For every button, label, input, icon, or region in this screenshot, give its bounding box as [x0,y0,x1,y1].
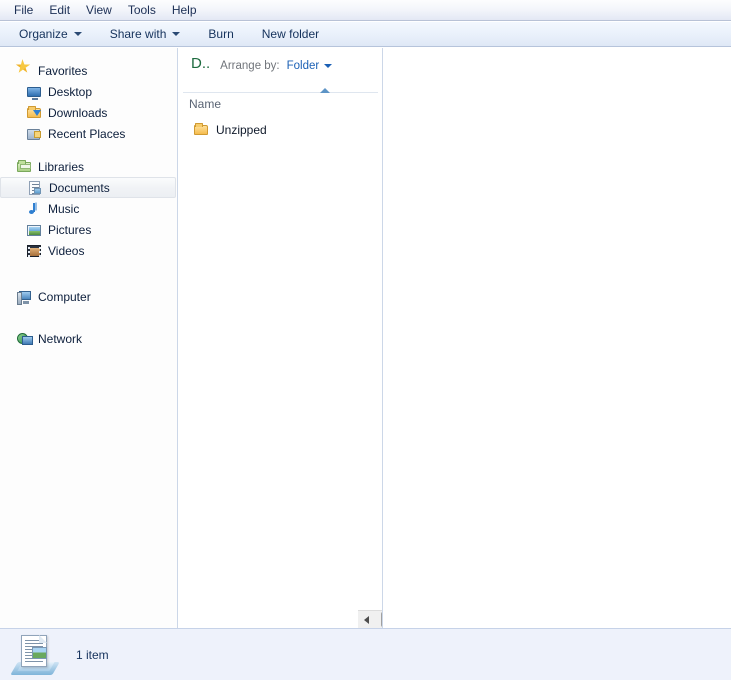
sidebar-label: Music [48,201,80,216]
status-bar: 1 item [0,628,731,680]
list-item[interactable]: Unzipped [183,120,378,140]
sidebar-group-favorites[interactable]: Favorites [0,59,177,81]
share-with-button[interactable]: Share with [101,24,190,44]
sidebar-group-network[interactable]: Network [0,328,177,349]
chevron-down-icon [172,32,181,36]
horizontal-scrollbar[interactable] [358,610,382,628]
scrollbar-track[interactable] [375,611,382,628]
sidebar-label: Recent Places [48,126,126,141]
new-folder-button[interactable]: New folder [253,24,328,44]
sidebar-item-videos[interactable]: Videos [0,240,177,261]
sidebar-item-music[interactable]: Music [0,198,177,219]
downloads-folder-icon [26,105,42,121]
monitor-icon [26,84,42,100]
chevron-down-icon [73,32,82,36]
burn-button[interactable]: Burn [199,24,242,44]
libraries-icon [16,159,32,175]
list-item-label: Unzipped [216,123,267,137]
menu-bar: File Edit View Tools Help [0,0,731,21]
sidebar-label: Favorites [38,63,88,78]
menu-edit[interactable]: Edit [41,1,78,20]
chevron-down-icon [324,64,333,68]
column-header-name[interactable]: Name [183,97,221,111]
sort-ascending-icon [320,88,330,93]
library-header: D.. Arrange by: Folder [179,48,382,92]
main-area: Favorites Desktop Downloads Recent Place… [0,48,731,628]
sidebar-item-recent-places[interactable]: Recent Places [0,123,177,144]
sidebar-item-documents[interactable]: Documents [0,177,176,198]
music-note-icon [26,201,42,217]
share-with-label: Share with [109,27,167,41]
item-count-label: 1 item [76,647,109,662]
arrange-by-dropdown[interactable]: Folder [287,60,333,72]
documents-library-icon [10,633,60,677]
folder-icon [193,122,209,138]
sidebar-group-computer[interactable]: Computer [0,286,177,307]
sidebar-item-downloads[interactable]: Downloads [0,102,177,123]
organize-label: Organize [19,27,68,41]
menu-help[interactable]: Help [164,1,205,20]
explorer-window: File Edit View Tools Help Organize Share… [0,0,731,680]
scroll-left-arrow-icon[interactable] [358,611,375,628]
sidebar-label: Videos [48,243,85,258]
arrange-by-control: Arrange by: Folder [220,60,333,72]
picture-icon [26,222,42,238]
file-list-pane: D.. Arrange by: Folder Name Unzipped [179,48,383,628]
column-header-row: Name [183,88,378,114]
scrollbar-thumb[interactable] [381,612,382,627]
arrange-by-value: Folder [286,60,320,72]
sidebar-item-pictures[interactable]: Pictures [0,219,177,240]
sidebar-label: Network [38,331,83,346]
star-icon [15,59,32,79]
document-icon [27,180,43,196]
video-film-icon [26,243,42,259]
toolbar: Organize Share with Burn New folder [0,22,731,47]
sidebar-label: Libraries [38,159,85,174]
sidebar-item-desktop[interactable]: Desktop [0,81,177,102]
sidebar-label: Desktop [48,84,93,99]
library-title: D.. [191,56,211,72]
arrange-by-label: Arrange by: [220,60,280,72]
menu-view[interactable]: View [78,1,120,20]
sidebar-label: Pictures [48,222,92,237]
sidebar-label: Downloads [48,105,108,120]
sidebar-label: Documents [49,180,110,195]
menu-file[interactable]: File [6,1,41,20]
sidebar-label: Computer [38,289,91,304]
network-icon [16,331,33,347]
organize-button[interactable]: Organize [10,24,91,44]
menu-tools[interactable]: Tools [120,1,164,20]
computer-icon [16,289,32,305]
recent-places-icon [26,126,42,142]
navigation-pane: Favorites Desktop Downloads Recent Place… [0,48,178,628]
sidebar-group-libraries[interactable]: Libraries [0,156,177,177]
